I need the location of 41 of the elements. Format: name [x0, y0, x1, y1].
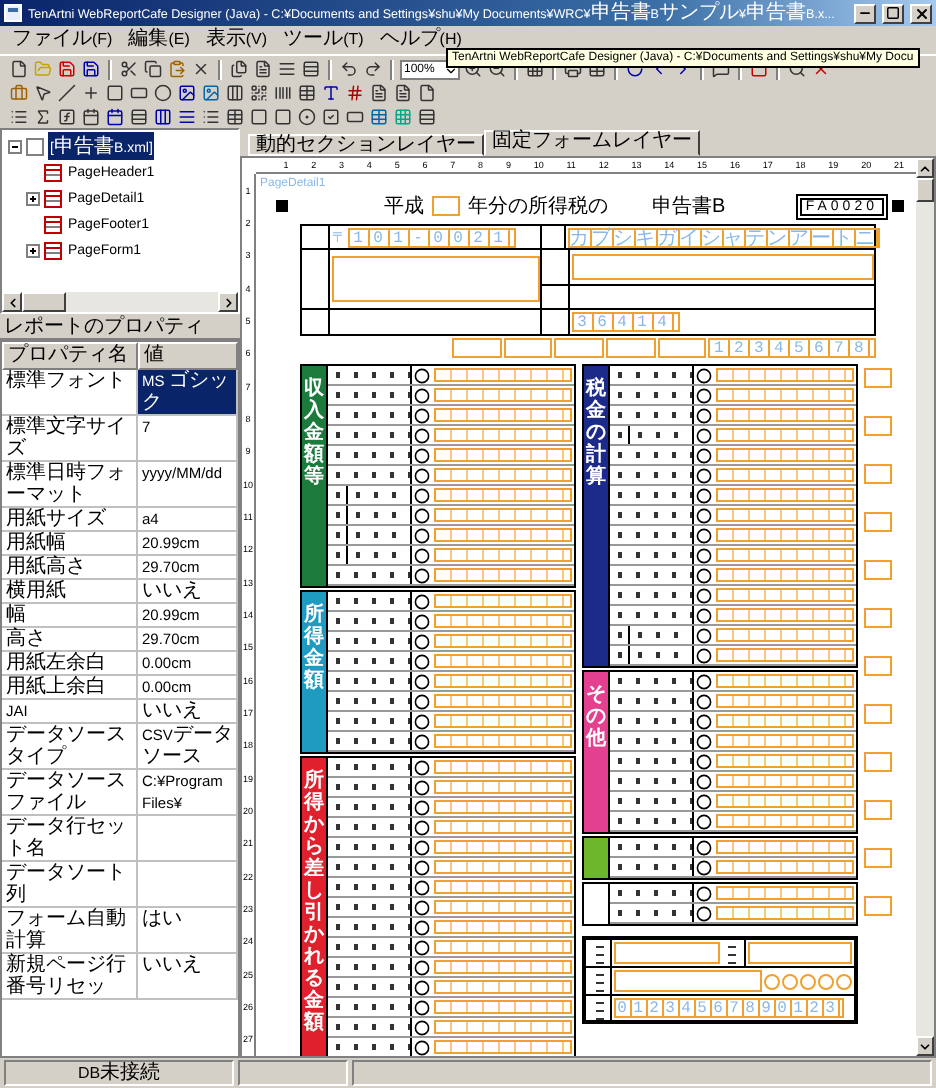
property-name[interactable]: データソースファイル [2, 770, 138, 816]
property-name[interactable]: データソースタイプ [2, 724, 138, 770]
property-name[interactable]: 標準フォント [2, 370, 138, 416]
menu-item[interactable]: ヘルプ(H) [379, 28, 462, 52]
status-text: DB未接続 [4, 1060, 234, 1086]
property-value[interactable]: はい [138, 908, 238, 954]
property-name[interactable]: 用紙高さ [2, 556, 138, 580]
property-name[interactable]: 標準日時フォーマット [2, 462, 138, 508]
property-name[interactable]: 幅 [2, 604, 138, 628]
property-value[interactable]: いいえ [138, 580, 238, 604]
menu-item[interactable]: ファイル(F) [12, 28, 113, 52]
property-name[interactable]: 標準文字サイズ [2, 416, 138, 462]
property-name[interactable]: 用紙幅 [2, 532, 138, 556]
section-label: 収入金額等 [304, 378, 324, 488]
form-title: 年分の所得税の [468, 193, 608, 220]
era-label: 平成 [384, 193, 424, 220]
section-label: 所得金額 [304, 604, 324, 692]
property-name[interactable]: 新規ページ行番号リセッ [2, 954, 138, 1000]
panel-title: レポートのプロパティ [0, 314, 240, 340]
menu-item[interactable]: ツール(T) [283, 28, 364, 52]
column-header[interactable]: 値 [138, 342, 238, 370]
property-value[interactable]: いいえ [138, 954, 238, 1000]
section-label: その他 [586, 684, 606, 750]
tab[interactable]: 動的セクションレイヤー [248, 134, 484, 156]
column-header[interactable]: プロパティ名 [2, 342, 138, 370]
tab[interactable]: 固定フォームレイヤー [484, 130, 700, 156]
form-name: 申告書B [652, 193, 726, 220]
menu-item[interactable]: 編集(E) [128, 28, 190, 52]
menu-item[interactable]: 表示(V) [205, 28, 268, 52]
section-label: 税金の計算 [586, 378, 606, 488]
section-label: 所得から差し引かれる金額 [304, 770, 324, 1034]
property-name[interactable]: データソート列 [2, 862, 138, 908]
property-name[interactable]: 用紙左余白 [2, 652, 138, 676]
property-name[interactable]: 用紙上余白 [2, 676, 138, 700]
property-value[interactable]: いいえ [138, 700, 238, 724]
property-name[interactable]: フォーム自動計算 [2, 908, 138, 954]
property-name[interactable]: 高さ [2, 628, 138, 652]
property-name[interactable]: 用紙サイズ [2, 508, 138, 532]
furigana-field: カブシキガイシャテンアートニ [568, 227, 879, 247]
property-name[interactable]: データ行セット名 [2, 816, 138, 862]
property-name[interactable]: 横用紙 [2, 580, 138, 604]
